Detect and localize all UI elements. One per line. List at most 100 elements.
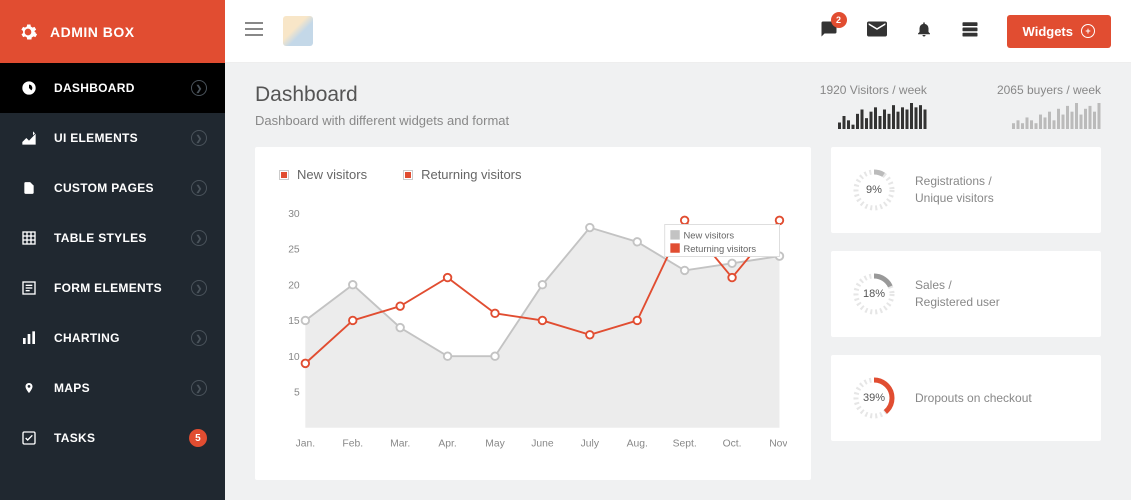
legend-item: New visitors — [279, 167, 367, 182]
line-chart: 5 10 15 20 25 30 Jan. Feb. Mar. Apr. May June July Au… — [279, 198, 787, 458]
chevron-icon: ❯ — [191, 80, 207, 96]
progress-ring: 18% — [851, 271, 897, 317]
kpi-label: Registrations /Unique visitors — [915, 173, 994, 207]
spark-chart-2 — [1011, 103, 1101, 129]
chart-legend: New visitors Returning visitors — [279, 167, 787, 182]
bell-icon[interactable] — [915, 19, 933, 44]
kpi-card: 9% Registrations /Unique visitors — [831, 147, 1101, 233]
svg-text:Apr.: Apr. — [438, 439, 456, 450]
app-root: ADMIN BOX DASHBOARD❯UI ELEMENTS❯CUSTOM P… — [0, 0, 1131, 500]
svg-text:Nov.: Nov. — [769, 439, 787, 450]
chat-icon[interactable]: 2 — [819, 20, 839, 43]
svg-text:Returning visitors: Returning visitors — [684, 243, 757, 254]
legend-swatch — [403, 170, 413, 180]
svg-text:Aug.: Aug. — [627, 439, 648, 450]
svg-text:Jan.: Jan. — [296, 439, 316, 450]
nav-label: FORM ELEMENTS — [54, 281, 162, 295]
nav-label: DASHBOARD — [54, 81, 135, 95]
brand-title: ADMIN BOX — [50, 24, 135, 40]
stat-label: 1920 Visitors / week — [820, 83, 927, 97]
legend-swatch — [279, 170, 289, 180]
sidebar-item-dashboard[interactable]: DASHBOARD ❯ — [0, 63, 225, 113]
svg-text:25: 25 — [288, 245, 300, 256]
legend-label: Returning visitors — [421, 167, 521, 182]
notification-badge: 2 — [831, 12, 847, 28]
svg-text:20: 20 — [288, 280, 300, 291]
brand-bar: ADMIN BOX — [0, 0, 225, 63]
sidebar-item-maps[interactable]: MAPS ❯ — [0, 363, 225, 413]
sidebar-item-table-styles[interactable]: TABLE STYLES ❯ — [0, 213, 225, 263]
svg-text:July: July — [581, 439, 600, 450]
chart-card: New visitors Returning visitors 5 10 15 20 25… — [255, 147, 811, 480]
svg-text:Sept.: Sept. — [673, 439, 697, 450]
plus-icon: + — [1081, 24, 1095, 38]
svg-text:30: 30 — [288, 209, 300, 220]
svg-text:Oct.: Oct. — [723, 439, 742, 450]
stat-visitors: 1920 Visitors / week — [820, 83, 927, 129]
sidebar-item-charting[interactable]: CHARTING ❯ — [0, 313, 225, 363]
envelope-icon[interactable] — [867, 21, 887, 42]
progress-ring: 9% — [851, 167, 897, 213]
sidebar-item-custom-pages[interactable]: CUSTOM PAGES ❯ — [0, 163, 225, 213]
legend-label: New visitors — [297, 167, 367, 182]
svg-text:Feb.: Feb. — [342, 439, 363, 450]
nav-icon — [18, 230, 40, 246]
widgets-button-label: Widgets — [1023, 24, 1073, 39]
nav-icon — [18, 380, 40, 396]
kpi-label: Dropouts on checkout — [915, 390, 1032, 407]
nav-icon — [18, 330, 40, 346]
kpi-label: Sales /Registered user — [915, 277, 1000, 311]
nav-label: CHARTING — [54, 331, 120, 345]
nav-label: UI ELEMENTS — [54, 131, 138, 145]
widgets-button[interactable]: Widgets + — [1007, 15, 1111, 48]
hamburger-icon[interactable] — [245, 22, 263, 41]
svg-text:May: May — [485, 439, 505, 450]
nav-icon — [18, 180, 40, 196]
chevron-icon: ❯ — [191, 330, 207, 346]
svg-text:Mar.: Mar. — [390, 439, 410, 450]
svg-text:5: 5 — [294, 388, 300, 399]
sidebar-item-tasks[interactable]: TASKS 5 — [0, 413, 225, 463]
page-subtitle: Dashboard with different widgets and for… — [255, 113, 509, 128]
svg-text:June: June — [531, 439, 554, 450]
stat-buyers: 2065 buyers / week — [997, 83, 1101, 129]
kpi-card: 39% Dropouts on checkout — [831, 355, 1101, 441]
gears-icon — [18, 22, 38, 42]
nav-icon — [18, 430, 40, 446]
chevron-icon: ❯ — [191, 180, 207, 196]
sidebar: ADMIN BOX DASHBOARD❯UI ELEMENTS❯CUSTOM P… — [0, 0, 225, 500]
legend-item: Returning visitors — [403, 167, 521, 182]
nav-label: TASKS — [54, 431, 95, 445]
sidebar-item-ui-elements[interactable]: UI ELEMENTS ❯ — [0, 113, 225, 163]
nav-icon — [18, 80, 40, 96]
progress-ring: 39% — [851, 375, 897, 421]
content-row: New visitors Returning visitors 5 10 15 20 25… — [225, 147, 1131, 500]
svg-text:New visitors: New visitors — [684, 230, 735, 241]
nav-label: MAPS — [54, 381, 90, 395]
chevron-icon: ❯ — [191, 130, 207, 146]
nav-label: TABLE STYLES — [54, 231, 147, 245]
page-header: Dashboard Dashboard with different widge… — [225, 63, 1131, 147]
chevron-icon: ❯ — [191, 280, 207, 296]
kpi-percent: 18% — [851, 271, 897, 317]
topbar: 2 Widgets + — [225, 0, 1131, 63]
chevron-icon: ❯ — [191, 230, 207, 246]
svg-text:15: 15 — [288, 316, 300, 327]
kpi-percent: 39% — [851, 375, 897, 421]
page-title: Dashboard — [255, 83, 509, 107]
kpi-card: 18% Sales /Registered user — [831, 251, 1101, 337]
sidebar-item-form-elements[interactable]: FORM ELEMENTS ❯ — [0, 263, 225, 313]
avatar[interactable] — [283, 16, 313, 46]
kpi-percent: 9% — [851, 167, 897, 213]
task-count-badge: 5 — [189, 429, 207, 447]
sidebar-nav: DASHBOARD❯UI ELEMENTS❯CUSTOM PAGES❯TABLE… — [0, 63, 225, 500]
stat-label: 2065 buyers / week — [997, 83, 1101, 97]
nav-label: CUSTOM PAGES — [54, 181, 154, 195]
spark-chart-1 — [837, 103, 927, 129]
servers-icon[interactable] — [961, 20, 979, 43]
main-area: 2 Widgets + Dashboard Dashboard with dif… — [225, 0, 1131, 500]
nav-icon — [18, 280, 40, 296]
kpi-column: 9% Registrations /Unique visitors 18% Sales… — [831, 147, 1101, 480]
svg-text:10: 10 — [288, 352, 300, 363]
chevron-icon: ❯ — [191, 380, 207, 396]
